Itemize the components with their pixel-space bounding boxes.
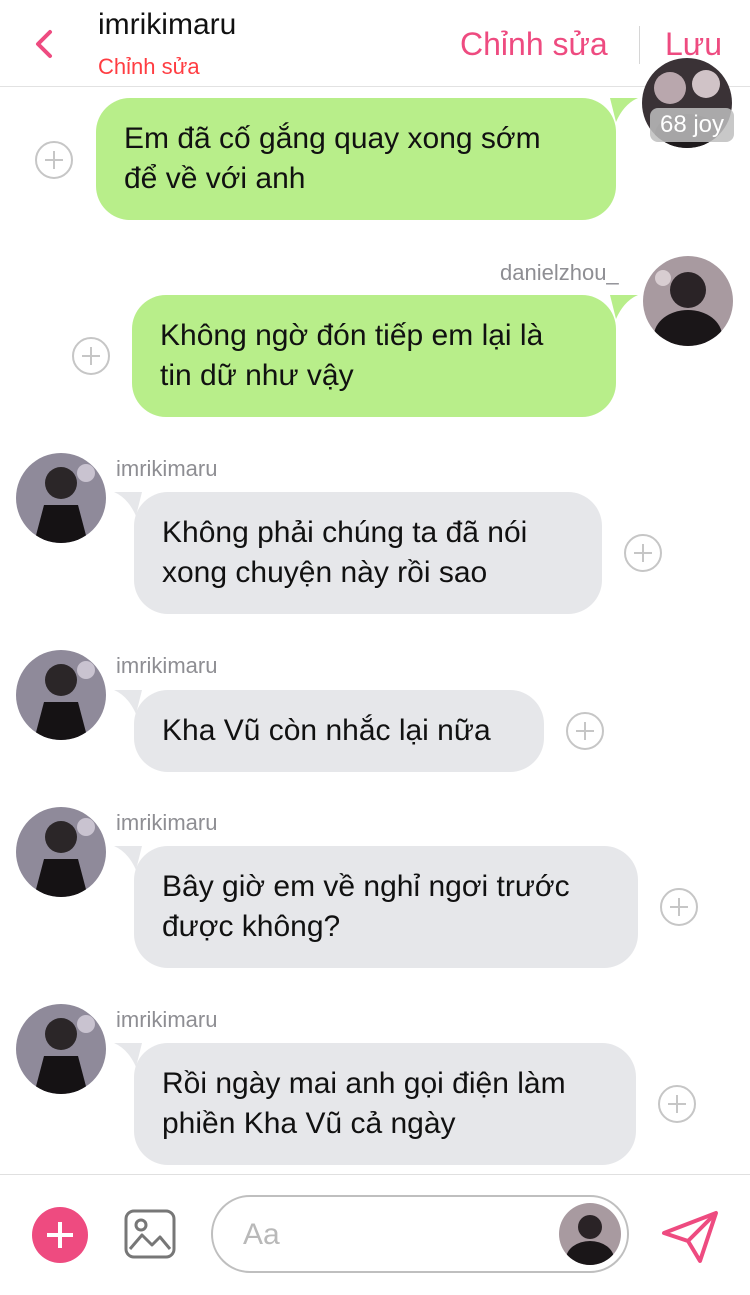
message-line: Không ngờ đón tiếp em lại là — [160, 319, 544, 352]
bubble-tail — [114, 492, 142, 516]
edit-button[interactable]: Chỉnh sửa — [460, 26, 608, 63]
bubble-tail — [114, 846, 142, 870]
add-reaction-icon[interactable] — [624, 534, 662, 572]
image-icon[interactable] — [124, 1209, 176, 1259]
message-line: Rồi ngày mai anh gọi điện làm — [162, 1067, 566, 1100]
avatar[interactable] — [559, 1203, 621, 1265]
save-button[interactable]: Lưu — [665, 26, 722, 63]
chevron-left-icon[interactable] — [30, 26, 60, 62]
add-reaction-icon[interactable] — [72, 337, 110, 375]
add-reaction-icon[interactable] — [660, 888, 698, 926]
message-line: xong chuyện này rồi sao — [162, 556, 488, 589]
add-reaction-icon[interactable] — [566, 712, 604, 750]
message-line: Kha Vũ còn nhắc lại nữa — [162, 714, 491, 747]
message-bubble[interactable]: Rồi ngày mai anh gọi điện làm phiền Kha … — [134, 1043, 636, 1165]
message-line: Em đã cố gắng quay xong sớm — [124, 122, 541, 155]
message-bubble[interactable]: Không phải chúng ta đã nói xong chuyện n… — [134, 492, 602, 614]
chat-subtitle: Chỉnh sửa — [98, 54, 200, 79]
chat-title: imrikimaru — [98, 8, 237, 41]
message-bubble[interactable]: Kha Vũ còn nhắc lại nữa — [134, 690, 544, 772]
message-bubble[interactable]: Bây giờ em về nghỉ ngơi trước được không… — [134, 846, 638, 968]
bubble-tail — [610, 98, 638, 122]
sender-name: danielzhou_ — [500, 260, 619, 285]
avatar — [16, 807, 106, 897]
bubble-tail — [114, 690, 142, 714]
message-line: tin dữ như vậy — [160, 359, 354, 392]
sender-name: imrikimaru — [116, 1007, 218, 1032]
message-bubble[interactable]: Không ngờ đón tiếp em lại là tin dữ như … — [132, 295, 616, 417]
message-line: được không? — [162, 910, 341, 943]
sender-name: imrikimaru — [116, 456, 218, 481]
add-reaction-icon[interactable] — [658, 1085, 696, 1123]
bubble-tail — [610, 295, 638, 319]
message-input[interactable] — [241, 1211, 545, 1259]
add-reaction-icon[interactable] — [35, 141, 73, 179]
message-input-wrapper — [211, 1195, 629, 1273]
avatar — [643, 256, 733, 346]
message-line: Không phải chúng ta đã nói — [162, 516, 528, 549]
plus-icon[interactable] — [32, 1207, 88, 1263]
avatar — [16, 1004, 106, 1094]
sender-name: imrikimaru — [116, 653, 218, 678]
sender-name: imrikimaru — [116, 810, 218, 835]
message-line: phiền Kha Vũ cả ngày — [162, 1107, 456, 1140]
watermark-badge: 68 joy — [650, 108, 734, 142]
header-divider — [639, 26, 640, 64]
send-icon[interactable] — [660, 1209, 720, 1265]
composer-bar — [0, 1174, 750, 1295]
message-bubble[interactable]: Em đã cố gắng quay xong sớm để về với an… — [96, 98, 616, 220]
bubble-tail — [114, 1043, 142, 1067]
message-line: để về với anh — [124, 162, 306, 195]
avatar — [16, 453, 106, 543]
avatar — [16, 650, 106, 740]
message-line: Bây giờ em về nghỉ ngơi trước — [162, 870, 570, 903]
chat-header: imrikimaru Chỉnh sửa Chỉnh sửa Lưu — [0, 0, 750, 87]
